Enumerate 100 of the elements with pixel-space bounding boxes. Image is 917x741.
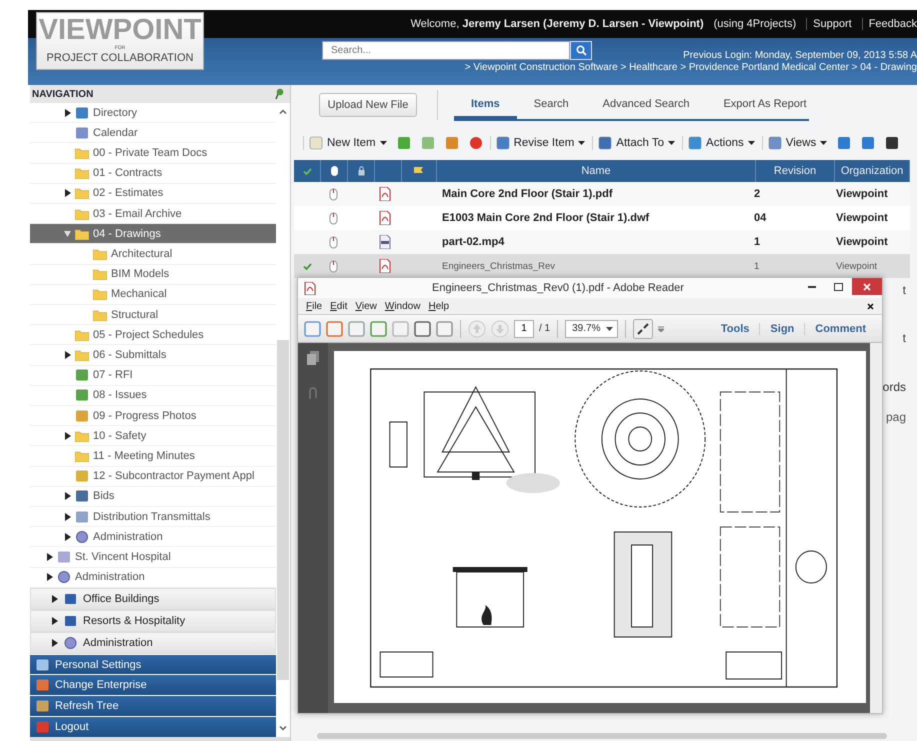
nav-action-button[interactable]: Logout xyxy=(30,717,276,737)
tree-item[interactable]: Architectural xyxy=(30,244,276,265)
cut-text: t xyxy=(902,283,906,297)
toolbar-dropdown[interactable]: Revise Item xyxy=(490,136,588,150)
tree-item[interactable]: Administration xyxy=(30,527,276,548)
tab[interactable]: Export As Report xyxy=(706,94,824,120)
caret-icon xyxy=(748,141,755,145)
tree-item[interactable]: 08 - Issues xyxy=(30,386,276,406)
table-row[interactable]: Engineers_Christmas_Rev 1 Viewpoint xyxy=(294,254,910,278)
scroll-down-icon[interactable] xyxy=(279,726,287,731)
tree-item[interactable]: 12 - Subcontractor Payment Appl xyxy=(30,466,276,487)
revision: 1 xyxy=(753,260,760,274)
toolbar-dropdown[interactable]: Views xyxy=(762,136,830,150)
tree-section[interactable]: Administration xyxy=(30,632,276,654)
tab[interactable]: Search xyxy=(516,94,586,120)
upload-button[interactable]: Upload New File xyxy=(319,93,417,117)
folder-icon xyxy=(75,349,89,362)
mouse-icon xyxy=(328,236,338,248)
tree-section[interactable]: Office Buildings xyxy=(30,588,276,610)
tree-item[interactable]: Distribution Transmittals xyxy=(30,507,276,528)
tree-item[interactable]: St. Vincent Hospital xyxy=(30,547,276,568)
expander-icon[interactable] xyxy=(46,553,53,562)
expander-icon[interactable] xyxy=(64,492,71,500)
organization: Viewpoint xyxy=(835,187,889,202)
tree-item[interactable]: 10 - Safety xyxy=(30,426,276,446)
window-title: Engineers_Christmas_Rev0 (1).pdf - Adobe Reader xyxy=(431,282,685,294)
reader-link[interactable]: Comment xyxy=(804,322,876,334)
expander-icon[interactable] xyxy=(46,573,53,582)
horizontal-scrollbar[interactable] xyxy=(317,733,887,739)
folder-icon xyxy=(93,268,107,280)
tree-item[interactable]: Bids xyxy=(30,486,276,508)
table-row[interactable]: E1003 Main Core 2nd Floor (Stair 1).dwf 04 Viewpoint xyxy=(294,206,910,230)
tree-item[interactable]: 06 - Submittals xyxy=(30,345,276,366)
zoom-dropdown[interactable]: 39.7% xyxy=(565,320,618,338)
tree-item[interactable]: Directory xyxy=(30,103,276,124)
tree-item[interactable]: 09 - Progress Photos xyxy=(30,406,276,426)
fit-page-icon[interactable] xyxy=(633,318,654,338)
header-link[interactable]: Feedback xyxy=(862,18,917,30)
menu-item[interactable]: View xyxy=(355,300,377,312)
tree-item[interactable]: BIM Models xyxy=(30,264,276,285)
caret-icon[interactable] xyxy=(658,326,664,332)
toolbar-icon[interactable] xyxy=(370,320,387,336)
pdf-file-icon xyxy=(379,259,391,273)
menu-item[interactable]: Edit xyxy=(330,300,348,312)
page-number-field[interactable]: 1 xyxy=(514,320,534,338)
toolbar-icon[interactable] xyxy=(326,320,343,336)
menu-item[interactable]: Window xyxy=(384,300,420,312)
expander-icon[interactable] xyxy=(51,638,58,647)
table-row[interactable]: part-02.mp4 1 Viewpoint xyxy=(294,230,910,254)
tree-item[interactable]: 00 - Private Team Docs xyxy=(30,143,276,164)
reader-link[interactable]: Tools xyxy=(710,322,760,334)
account-note: (using 4Projects) xyxy=(714,18,796,30)
search-button[interactable] xyxy=(570,41,592,60)
pdf-app-icon xyxy=(304,282,316,294)
search-field[interactable]: Search... xyxy=(322,41,570,60)
previous-login: Previous Login: Monday, September 09, 2013 5:58 A xyxy=(683,50,917,61)
scroll-up-icon[interactable] xyxy=(279,109,287,114)
tree-item[interactable]: 01 - Contracts xyxy=(30,164,276,184)
nav-action-button[interactable]: Change Enterprise xyxy=(30,675,276,696)
menu-item[interactable]: File xyxy=(306,300,322,312)
tab[interactable]: Items xyxy=(454,94,517,120)
expander-icon[interactable] xyxy=(64,512,71,521)
toolbar-icon[interactable] xyxy=(304,320,321,336)
tree-item[interactable]: 04 - Drawings xyxy=(30,224,276,244)
toolbar-icon[interactable] xyxy=(414,320,431,336)
folder-icon xyxy=(75,208,89,220)
nav-action-button[interactable]: Refresh Tree xyxy=(30,696,276,716)
tree-item[interactable]: 02 - Estimates xyxy=(30,184,276,204)
expander-icon[interactable] xyxy=(64,189,71,198)
nav-action-button[interactable]: Personal Settings xyxy=(30,654,276,674)
expander-icon[interactable] xyxy=(64,351,71,360)
tree-item[interactable]: 05 - Project Schedules xyxy=(30,325,276,346)
pin-icon[interactable] xyxy=(275,88,284,100)
tree-section[interactable]: Resorts & Hospitality xyxy=(30,610,276,632)
expander-icon[interactable] xyxy=(64,108,71,117)
toolbar-dropdown[interactable]: Attach To xyxy=(592,136,678,150)
scrollbar[interactable] xyxy=(870,343,882,713)
tree-item[interactable]: 11 - Meeting Minutes xyxy=(30,446,276,467)
expander-icon[interactable] xyxy=(64,532,71,541)
pages-icon[interactable] xyxy=(307,351,319,365)
tab[interactable]: Advanced Search xyxy=(586,94,706,120)
header-link[interactable]: Support xyxy=(806,18,852,30)
toolbar-icon[interactable] xyxy=(436,320,453,336)
file-name: Engineers_Christmas_Rev xyxy=(441,260,556,274)
expander-icon[interactable] xyxy=(64,432,71,440)
close-button[interactable] xyxy=(852,278,882,295)
revision: 04 xyxy=(753,211,768,226)
expander-icon[interactable] xyxy=(51,616,58,625)
horizontal-scrollbar[interactable] xyxy=(30,737,290,741)
tree-item[interactable]: Calendar xyxy=(30,123,276,144)
toolbar-dropdown[interactable]: Actions xyxy=(682,136,758,150)
folder-icon xyxy=(93,248,107,260)
tree-item[interactable]: 07 - RFI xyxy=(30,366,276,386)
tree-item[interactable]: Mechanical xyxy=(30,284,276,306)
tree-item[interactable]: Structural xyxy=(30,305,276,326)
menu-item[interactable]: Help xyxy=(428,300,450,312)
table-row[interactable]: Main Core 2nd Floor (Stair 1).pdf 2 Viewpoint xyxy=(294,182,910,206)
expander-icon[interactable] xyxy=(51,594,58,603)
reader-link[interactable]: Sign xyxy=(759,322,804,334)
toolbar-dropdown[interactable]: New Item xyxy=(303,136,390,150)
